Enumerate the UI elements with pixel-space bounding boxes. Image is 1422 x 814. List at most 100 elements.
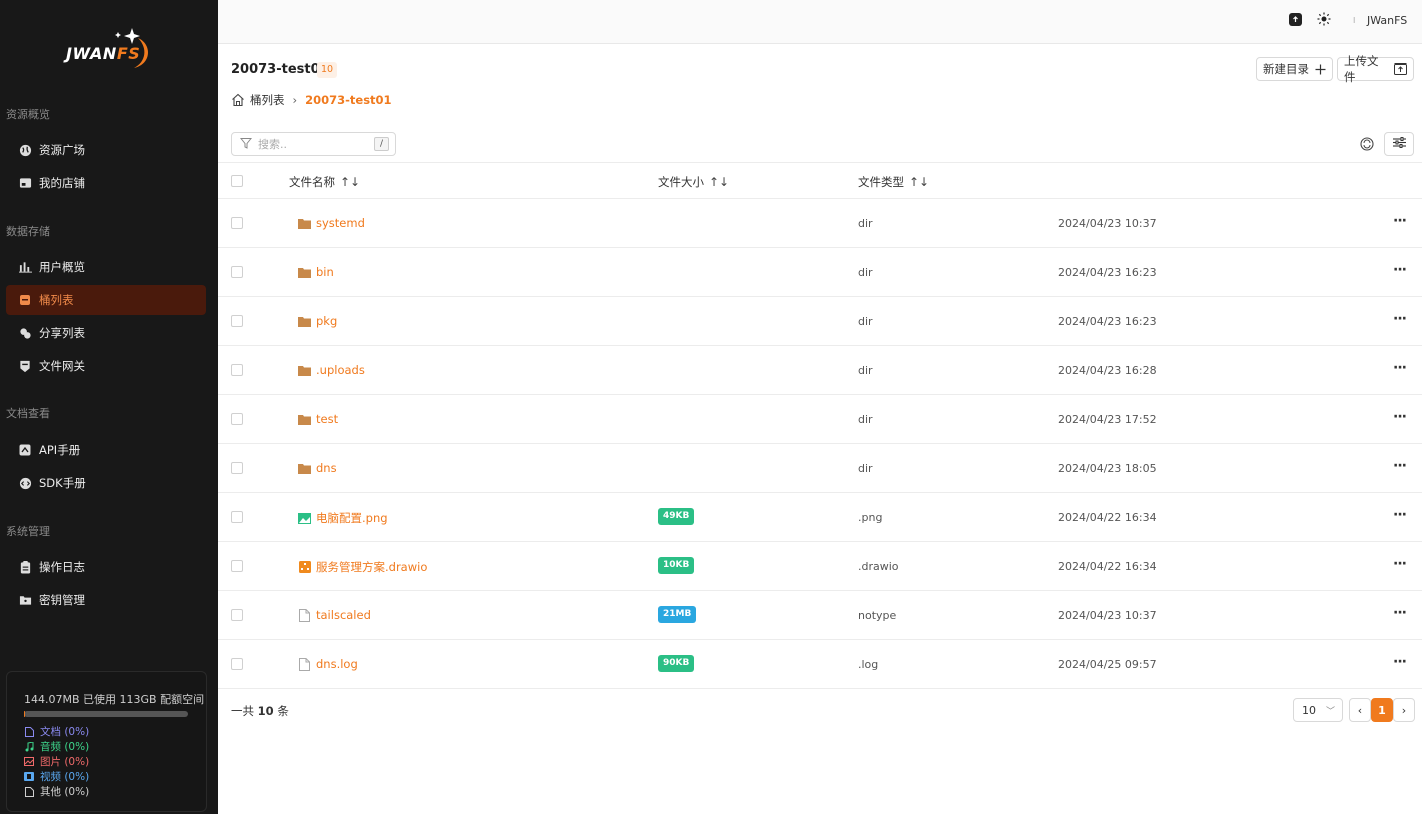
sidebar-item-api-manual[interactable]: API手册: [6, 435, 206, 465]
prev-page-button[interactable]: ‹: [1349, 698, 1371, 722]
table-row[interactable]: test dir 2024/04/23 17:52 ···: [218, 395, 1422, 444]
avatar[interactable]: I: [1353, 17, 1357, 25]
row-checkbox[interactable]: [231, 511, 243, 523]
file-name: pkg: [316, 314, 338, 328]
sidebar-item-bucket-list[interactable]: 桶列表: [6, 285, 206, 315]
sort-icon[interactable]: ↑↓: [709, 175, 729, 189]
legend-other: 其他 (0%): [24, 784, 89, 799]
search-input[interactable]: [258, 137, 368, 151]
sidebar-item-operation-log[interactable]: 操作日志: [6, 552, 206, 582]
table-row[interactable]: bin dir 2024/04/23 16:23 ···: [218, 248, 1422, 297]
more-actions-icon[interactable]: ···: [1393, 409, 1407, 425]
drawio-icon: [298, 561, 311, 573]
row-checkbox[interactable]: [231, 315, 243, 327]
column-settings-button[interactable]: [1384, 132, 1414, 156]
more-actions-icon[interactable]: ···: [1393, 458, 1407, 474]
sidebar-item-label: 桶列表: [39, 293, 74, 307]
sort-icon[interactable]: ↑↓: [340, 175, 360, 189]
table-row[interactable]: dns.log 90KB .log 2024/04/25 09:57 ···: [218, 640, 1422, 689]
share-icon: [18, 326, 32, 340]
table-row[interactable]: .uploads dir 2024/04/23 16:28 ···: [218, 346, 1422, 395]
row-checkbox[interactable]: [231, 609, 243, 621]
more-actions-icon[interactable]: ···: [1393, 605, 1407, 621]
table-row[interactable]: dns dir 2024/04/23 18:05 ···: [218, 444, 1422, 493]
refresh-icon[interactable]: [1359, 136, 1375, 152]
file-type: dir: [858, 315, 873, 328]
more-actions-icon[interactable]: ···: [1393, 507, 1407, 523]
file-name-link[interactable]: 服务管理方案.drawio: [298, 559, 427, 575]
row-checkbox[interactable]: [231, 462, 243, 474]
column-header-size[interactable]: 文件大小 ↑↓: [658, 174, 729, 190]
table-row[interactable]: 服务管理方案.drawio 10KB .drawio 2024/04/22 16:34…: [218, 542, 1422, 591]
table-row[interactable]: tailscaled 21MB notype 2024/04/23 10:37 ···: [218, 591, 1422, 640]
next-page-button[interactable]: ›: [1393, 698, 1415, 722]
modified-date: 2024/04/22 16:34: [1058, 560, 1157, 573]
file-name-link[interactable]: dns.log: [298, 657, 358, 671]
sun-icon[interactable]: [1317, 12, 1331, 26]
select-all-checkbox[interactable]: [231, 175, 243, 187]
more-actions-icon[interactable]: ···: [1393, 556, 1407, 572]
file-name-link[interactable]: test: [298, 412, 338, 426]
row-checkbox[interactable]: [231, 560, 243, 572]
file-name: test: [316, 412, 339, 426]
logo[interactable]: JWANFS: [60, 22, 160, 72]
music-icon: [24, 741, 34, 752]
file-type: notype: [858, 609, 897, 622]
file-name-link[interactable]: systemd: [298, 216, 365, 230]
file-icon: [298, 608, 311, 622]
file-name: 服务管理方案.drawio: [316, 560, 428, 574]
more-actions-icon[interactable]: ···: [1393, 213, 1407, 229]
row-checkbox[interactable]: [231, 413, 243, 425]
table-row[interactable]: 电脑配置.png 49KB .png 2024/04/22 16:34 ···: [218, 493, 1422, 542]
sort-icon[interactable]: ↑↓: [909, 175, 929, 189]
file-name-link[interactable]: dns: [298, 461, 337, 475]
username[interactable]: JWanFS: [1367, 14, 1407, 27]
breadcrumb-root[interactable]: 桶列表: [250, 92, 285, 108]
sidebar-item-key-management[interactable]: 密钥管理: [6, 585, 206, 615]
table-row[interactable]: pkg dir 2024/04/23 16:23 ···: [218, 297, 1422, 346]
file-icon: [24, 786, 34, 797]
row-checkbox[interactable]: [231, 658, 243, 670]
search-box[interactable]: /: [231, 132, 396, 156]
file-name-link[interactable]: pkg: [298, 314, 337, 328]
sidebar-item-file-gateway[interactable]: 文件网关: [6, 351, 206, 381]
row-checkbox[interactable]: [231, 364, 243, 376]
folder-icon: [298, 413, 311, 425]
more-actions-icon[interactable]: ···: [1393, 360, 1407, 376]
upload-file-button[interactable]: 上传文件: [1337, 54, 1414, 84]
file-type: .png: [858, 511, 883, 524]
file-name-link[interactable]: .uploads: [298, 363, 365, 377]
image-icon: [24, 757, 34, 767]
column-header-type[interactable]: 文件类型 ↑↓: [858, 174, 929, 190]
file-type: dir: [858, 266, 873, 279]
page-size-select[interactable]: 10 ﹀: [1293, 698, 1343, 722]
row-checkbox[interactable]: [231, 266, 243, 278]
file-type: dir: [858, 462, 873, 475]
file-name-link[interactable]: 电脑配置.png: [298, 510, 388, 526]
new-directory-button[interactable]: 新建目录: [1256, 57, 1333, 81]
page-button-current[interactable]: 1: [1371, 698, 1393, 722]
modified-date: 2024/04/23 18:05: [1058, 462, 1157, 475]
sidebar-item-sdk-manual[interactable]: SDK手册: [6, 468, 206, 498]
sidebar-item-my-store[interactable]: 我的店铺: [6, 168, 206, 198]
folder-icon: [298, 462, 311, 474]
file-type: dir: [858, 364, 873, 377]
sidebar-item-label: 文件网关: [39, 359, 85, 373]
file-size-badge: 10KB: [658, 557, 695, 574]
sidebar-item-resource-square[interactable]: 资源广场: [6, 135, 206, 165]
home-icon[interactable]: [231, 93, 245, 107]
sidebar-item-user-overview[interactable]: 用户概览: [6, 252, 206, 282]
more-actions-icon[interactable]: ···: [1393, 654, 1407, 670]
column-header-name[interactable]: 文件名称 ↑↓: [289, 174, 360, 190]
sidebar-item-label: 分享列表: [39, 326, 85, 340]
sidebar-item-share-list[interactable]: 分享列表: [6, 318, 206, 348]
more-actions-icon[interactable]: ···: [1393, 311, 1407, 327]
file-name-link[interactable]: bin: [298, 265, 334, 279]
file-name: .uploads: [316, 363, 365, 377]
row-checkbox[interactable]: [231, 217, 243, 229]
table-row[interactable]: systemd dir 2024/04/23 10:37 ···: [218, 199, 1422, 248]
upload-tray-icon[interactable]: [1289, 13, 1302, 26]
file-name-link[interactable]: tailscaled: [298, 608, 371, 622]
more-actions-icon[interactable]: ···: [1393, 262, 1407, 278]
page-title: 20073-test01: [231, 62, 329, 77]
